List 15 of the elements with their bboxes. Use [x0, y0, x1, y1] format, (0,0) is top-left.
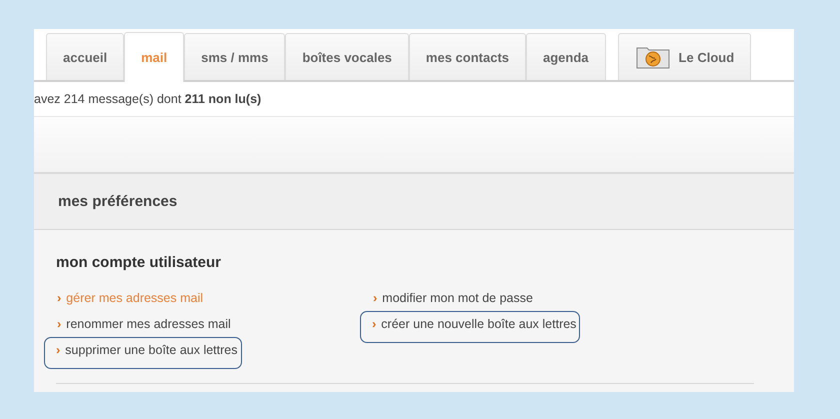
nav-tab[interactable]: Le Cloud: [618, 33, 752, 80]
settings-link[interactable]: › gérer mes adresses mail: [44, 285, 208, 311]
nav-tab[interactable]: boîtes vocales: [285, 33, 409, 80]
nav-tab[interactable]: mes contacts: [408, 33, 526, 80]
settings-link[interactable]: › renommer mes adresses mail: [44, 311, 236, 337]
section-title: mes préférences: [58, 193, 178, 210]
nav-tab[interactable]: accueil: [46, 33, 124, 80]
globe-folder-icon: [634, 45, 671, 69]
settings-link[interactable]: › modifier mon mot de passe: [360, 285, 538, 311]
settings-link[interactable]: › créer une nouvelle boîte aux lettres: [360, 311, 580, 343]
nav-tab[interactable]: sms / mms: [184, 33, 286, 80]
group-title: mon compte utilisateur: [56, 254, 222, 271]
settings-link[interactable]: › supprimer une boîte aux lettres: [44, 337, 242, 369]
nav-tab[interactable]: agenda: [526, 33, 606, 80]
message-count: avez 214 message(s) dont 211 non lu(s): [34, 92, 262, 106]
